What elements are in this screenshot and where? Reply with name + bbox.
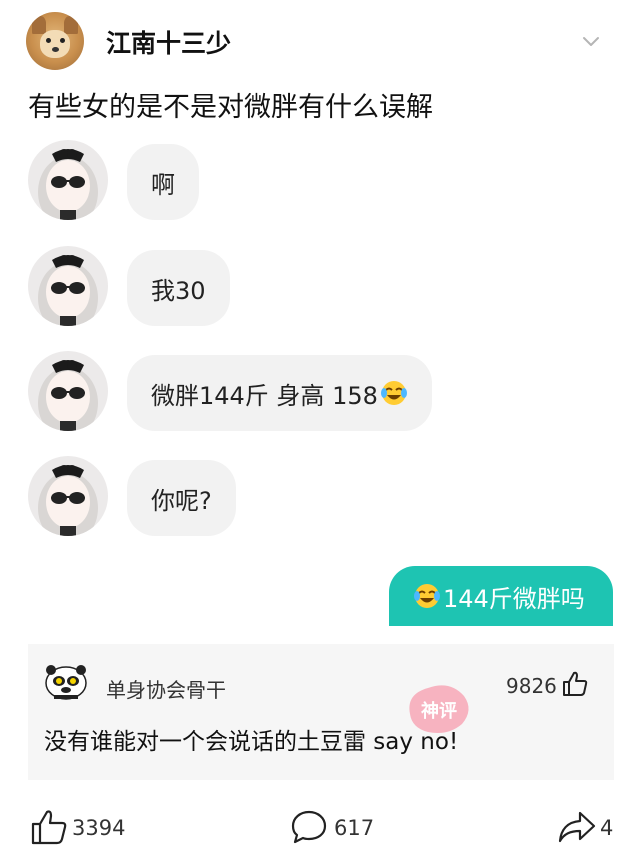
share-icon[interactable] — [558, 808, 596, 846]
chat-bubble-left: 啊 — [127, 144, 199, 220]
top-comment-card[interactable] — [28, 644, 614, 780]
like-icon[interactable] — [30, 808, 68, 846]
comment-like-count: 9826 — [506, 674, 557, 698]
chat-bubble-right: 144斤微胖吗 — [389, 566, 613, 626]
author-avatar[interactable] — [26, 12, 84, 70]
chat-bubble-left: 你呢? — [127, 460, 236, 536]
crying-laughing-emoji-icon — [380, 381, 407, 405]
commenter-name[interactable]: 单身协会骨干 — [106, 674, 226, 703]
chat-bubble-left: 微胖144斤 身高 158 — [127, 355, 432, 431]
dog-ear-right — [64, 16, 78, 34]
chevron-down-icon[interactable] — [582, 32, 600, 50]
post-title: 有些女的是不是对微胖有什么误解 — [28, 92, 433, 123]
dog-ear-left — [32, 16, 46, 34]
thumbs-up-icon[interactable] — [561, 670, 589, 698]
comment-text: 没有谁能对一个会说话的土豆雷 say no! — [44, 729, 459, 755]
stamp-text: 神评 — [421, 700, 457, 722]
sunglasses-girl-icon — [38, 149, 98, 220]
sunglasses-girl-icon — [38, 465, 98, 536]
dog-nose — [52, 47, 59, 52]
dog-eye-right — [60, 38, 65, 43]
chat-avatar — [28, 140, 108, 220]
chat-avatar — [28, 351, 108, 431]
author-name[interactable]: 江南十三少 — [106, 24, 231, 60]
chat-message-text: 微胖144斤 身高 158 — [151, 381, 378, 410]
sunglasses-girl-icon — [38, 360, 98, 431]
dog-eye-left — [46, 38, 51, 43]
crying-laughing-emoji-icon — [414, 584, 440, 608]
chat-bubble-left: 我30 — [127, 250, 230, 326]
chat-message-text: 你呢? — [151, 486, 212, 515]
sunglasses-girl-icon — [38, 255, 98, 326]
dog-face — [40, 30, 70, 58]
share-count: 4 — [600, 816, 614, 840]
chat-message-text: 144斤微胖吗 — [443, 584, 585, 613]
chat-message-text: 啊 — [151, 170, 175, 199]
panda-meme-avatar-icon[interactable] — [44, 663, 88, 701]
chat-avatar — [28, 246, 108, 326]
chat-avatar — [28, 456, 108, 536]
chat-message-text: 我30 — [151, 276, 206, 305]
comment-count: 617 — [334, 816, 375, 840]
comment-icon[interactable] — [290, 808, 328, 846]
like-count: 3394 — [72, 816, 126, 840]
